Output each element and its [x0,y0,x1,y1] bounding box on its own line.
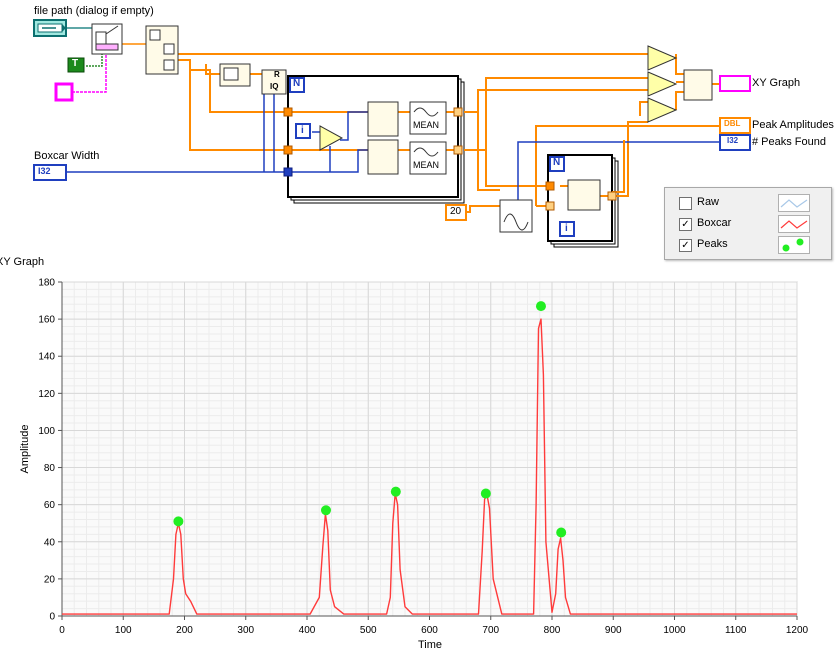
peak-marker[interactable] [556,527,567,538]
mean-label-2: MEAN [413,160,440,170]
x-tick-label: 100 [115,625,132,636]
y-tick-label: 40 [44,537,56,548]
x-tick-label: 1200 [786,625,809,636]
peak-marker[interactable] [535,301,546,312]
x-tick-label: 300 [237,625,254,636]
bool-constant-label: T [72,58,79,69]
legend-label-raw: Raw [697,196,720,208]
plot-legend[interactable]: Raw ✓ Boxcar ✓ Peaks [664,187,832,260]
boxcar-type-label: I32 [38,166,51,176]
peak-detector-node[interactable] [499,199,533,233]
read-file-node[interactable] [91,23,123,55]
boxcar-width-label: Boxcar Width [34,150,100,162]
pink-constant[interactable] [54,82,74,102]
x-tick-label: 900 [605,625,622,636]
x-tick-label: 200 [176,625,193,636]
loop-n-label-2: N [553,157,561,168]
x-tick-label: 700 [482,625,499,636]
legend-item-boxcar[interactable]: ✓ Boxcar [665,214,831,234]
y-axis-label: Amplitude [19,425,31,474]
r-label: R [274,70,280,79]
loop-n-label-1: N [293,78,301,89]
iq-label: IQ [270,82,279,91]
graph-title: XY Graph [0,256,45,268]
x-tick-label: 400 [299,625,316,636]
x-tick-label: 800 [544,625,561,636]
legend-checkbox-raw[interactable] [679,197,692,210]
xy-graph-terminal[interactable] [719,75,751,92]
file-path-control[interactable] [33,19,67,37]
peaks-found-label: # Peaks Found [752,136,826,148]
y-tick-label: 60 [44,500,56,511]
peak-marker[interactable] [320,505,331,516]
y-tick-label: 20 [44,574,56,585]
x-tick-label: 1000 [663,625,686,636]
y-tick-label: 0 [49,612,55,623]
y-tick-label: 100 [38,426,55,437]
bundle-nodes[interactable] [647,45,678,123]
peak-marker[interactable] [480,488,491,499]
y-tick-label: 180 [38,278,55,289]
i32-type-label: I32 [727,136,739,145]
build-array-node[interactable] [567,179,601,211]
legend-label-peaks: Peaks [697,238,728,250]
legend-checkbox-peaks[interactable]: ✓ [679,239,692,252]
xy-graph[interactable]: 0 100 200 300 400 500 600 700 800 900 1000 1100 1200… [0,268,839,651]
peak-marker[interactable] [390,486,401,497]
legend-item-raw[interactable]: Raw [665,193,831,213]
legend-swatch-raw[interactable] [778,194,810,212]
array-size-node[interactable] [219,63,251,87]
grid-lines [61,281,798,617]
index-array-node[interactable] [145,25,179,75]
x-tick-label: 1100 [725,625,747,636]
array-subset-node-1[interactable] [367,101,399,137]
y-tick-label: 80 [44,463,56,474]
peak-amplitudes-label: Peak Amplitudes [752,119,834,131]
legend-item-peaks[interactable]: ✓ Peaks [665,235,831,255]
mean-label-1: MEAN [413,120,440,130]
x-tick-label: 0 [59,625,65,636]
legend-swatch-boxcar[interactable] [778,215,810,233]
loop-i-label-1: i [301,125,304,136]
legend-checkbox-boxcar[interactable]: ✓ [679,218,692,231]
xy-graph-terminal-label: XY Graph [752,77,801,89]
file-path-label: file path (dialog if empty) [34,5,154,17]
legend-swatch-peaks[interactable] [778,236,810,254]
y-tick-label: 120 [38,389,55,400]
array-subset-node-2[interactable] [367,139,399,175]
y-tick-label: 140 [38,352,55,363]
peak-marker[interactable] [173,516,184,527]
loop-i-label-2: i [565,223,568,234]
x-tick-label: 500 [360,625,377,636]
build-graph-array-node[interactable] [683,69,713,101]
x-axis-label: Time [418,639,442,651]
y-tick-label: 160 [38,315,55,326]
legend-label-boxcar: Boxcar [697,217,732,229]
x-tick-label: 600 [421,625,438,636]
dbl-type-label: DBL [724,119,741,128]
constant-20-label: 20 [450,206,462,217]
